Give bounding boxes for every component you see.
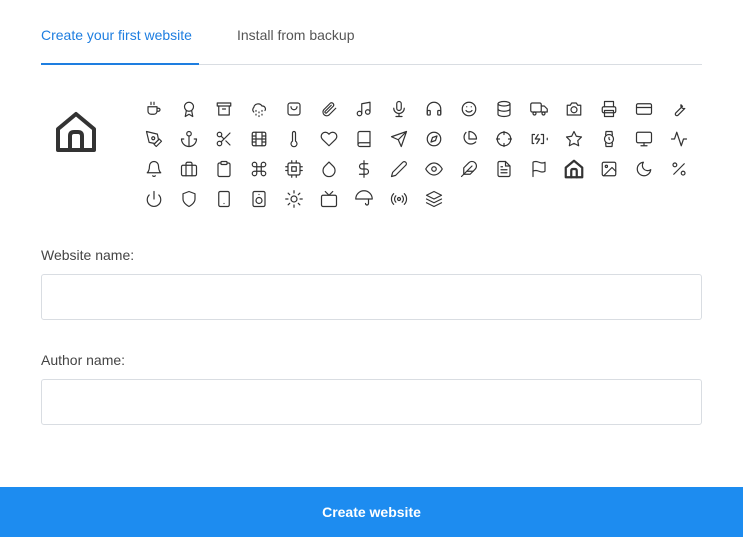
clipboard-icon[interactable] bbox=[213, 158, 235, 180]
tabs-bar: Create your first website Install from b… bbox=[41, 0, 702, 65]
credit-card-icon[interactable] bbox=[633, 98, 655, 120]
cpu-icon[interactable] bbox=[283, 158, 305, 180]
database-icon[interactable] bbox=[493, 98, 515, 120]
feather-icon[interactable] bbox=[458, 158, 480, 180]
activity-icon[interactable] bbox=[668, 128, 690, 150]
film-icon[interactable] bbox=[248, 128, 270, 150]
award-icon[interactable] bbox=[178, 98, 200, 120]
tab-install-from-backup[interactable]: Install from backup bbox=[237, 27, 355, 43]
book-icon[interactable] bbox=[353, 128, 375, 150]
pen-tool-icon[interactable] bbox=[143, 128, 165, 150]
create-website-button[interactable]: Create website bbox=[0, 487, 743, 537]
dollar-icon[interactable] bbox=[353, 158, 375, 180]
droplet-icon[interactable] bbox=[318, 158, 340, 180]
bell-icon[interactable] bbox=[143, 158, 165, 180]
flag-icon[interactable] bbox=[528, 158, 550, 180]
command-icon[interactable] bbox=[248, 158, 270, 180]
author-name-label: Author name: bbox=[41, 352, 126, 368]
house-icon[interactable] bbox=[563, 158, 585, 180]
camera-icon[interactable] bbox=[563, 98, 585, 120]
watch-icon[interactable] bbox=[598, 128, 620, 150]
sun-icon[interactable] bbox=[283, 188, 305, 210]
website-name-label: Website name: bbox=[41, 247, 135, 263]
smiley-icon[interactable] bbox=[458, 98, 480, 120]
scissors-icon[interactable] bbox=[213, 128, 235, 150]
radio-icon[interactable] bbox=[388, 188, 410, 210]
coffee-cup-icon[interactable] bbox=[143, 98, 165, 120]
microphone-icon[interactable] bbox=[388, 98, 410, 120]
thermometer-icon[interactable] bbox=[283, 128, 305, 150]
archive-icon[interactable] bbox=[213, 98, 235, 120]
tv-icon[interactable] bbox=[318, 188, 340, 210]
pencil-icon[interactable] bbox=[388, 158, 410, 180]
tablet-icon[interactable] bbox=[213, 188, 235, 210]
umbrella-icon[interactable] bbox=[353, 188, 375, 210]
author-name-input[interactable] bbox=[41, 379, 702, 425]
moon-icon[interactable] bbox=[633, 158, 655, 180]
speaker-icon[interactable] bbox=[248, 188, 270, 210]
pie-chart-icon[interactable] bbox=[458, 128, 480, 150]
heart-icon[interactable] bbox=[318, 128, 340, 150]
printer-icon[interactable] bbox=[598, 98, 620, 120]
truck-icon[interactable] bbox=[528, 98, 550, 120]
eye-icon[interactable] bbox=[423, 158, 445, 180]
image-icon[interactable] bbox=[598, 158, 620, 180]
briefcase-icon[interactable] bbox=[178, 158, 200, 180]
battery-charging-icon[interactable] bbox=[528, 128, 550, 150]
paperclip-icon[interactable] bbox=[318, 98, 340, 120]
layers-icon[interactable] bbox=[423, 188, 445, 210]
crosshair-icon[interactable] bbox=[493, 128, 515, 150]
tab-create-website[interactable]: Create your first website bbox=[41, 27, 192, 43]
send-icon[interactable] bbox=[388, 128, 410, 150]
music-note-icon[interactable] bbox=[353, 98, 375, 120]
wrench-icon[interactable] bbox=[668, 98, 690, 120]
cloud-drizzle-icon[interactable] bbox=[248, 98, 270, 120]
compass-icon[interactable] bbox=[423, 128, 445, 150]
selected-house-icon bbox=[52, 108, 100, 156]
file-text-icon[interactable] bbox=[493, 158, 515, 180]
power-icon[interactable] bbox=[143, 188, 165, 210]
monitor-icon[interactable] bbox=[633, 128, 655, 150]
anchor-icon[interactable] bbox=[178, 128, 200, 150]
shopping-bag-icon[interactable] bbox=[283, 98, 305, 120]
percent-icon[interactable] bbox=[668, 158, 690, 180]
active-tab-indicator bbox=[41, 63, 199, 65]
shield-icon[interactable] bbox=[178, 188, 200, 210]
headphones-icon[interactable] bbox=[423, 98, 445, 120]
website-name-input[interactable] bbox=[41, 274, 702, 320]
star-icon[interactable] bbox=[563, 128, 585, 150]
